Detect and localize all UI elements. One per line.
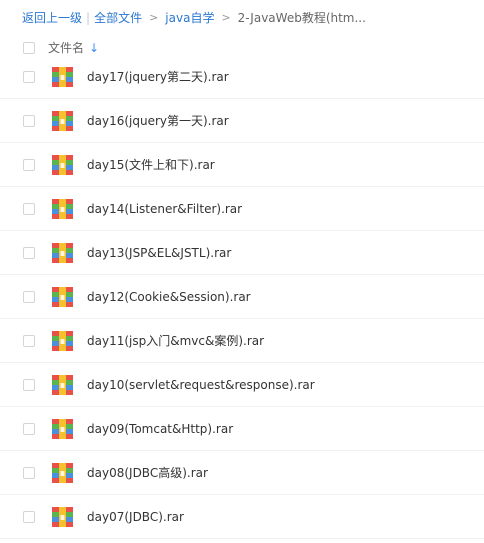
rar-archive-icon xyxy=(52,375,73,395)
file-name[interactable]: day15(文件上和下).rar xyxy=(87,156,215,174)
file-row-checkbox[interactable] xyxy=(23,335,35,347)
file-row-checkbox[interactable] xyxy=(23,247,35,259)
rar-archive-icon xyxy=(52,287,73,307)
file-row[interactable]: day10(servlet&request&response).rar xyxy=(0,363,484,407)
rar-archive-icon xyxy=(52,331,73,351)
file-name[interactable]: day08(JDBC高级).rar xyxy=(87,464,208,482)
file-name[interactable]: day17(jquery第二天).rar xyxy=(87,68,229,86)
rar-archive-icon xyxy=(52,155,73,175)
breadcrumb-back-link[interactable]: 返回上一级 xyxy=(22,9,82,27)
file-row-checkbox[interactable] xyxy=(23,511,35,523)
rar-archive-icon xyxy=(52,111,73,131)
rar-archive-icon xyxy=(52,67,73,87)
file-row[interactable]: day16(jquery第一天).rar xyxy=(0,99,484,143)
file-name[interactable]: day11(jsp入门&mvc&案例).rar xyxy=(87,332,264,350)
file-name[interactable]: day12(Cookie&Session).rar xyxy=(87,288,251,306)
file-row-checkbox[interactable] xyxy=(23,423,35,435)
file-row-checkbox[interactable] xyxy=(23,71,35,83)
file-row-checkbox[interactable] xyxy=(23,379,35,391)
file-row[interactable]: day09(Tomcat&Http).rar xyxy=(0,407,484,451)
file-row[interactable]: day12(Cookie&Session).rar xyxy=(0,275,484,319)
rar-archive-icon xyxy=(52,243,73,263)
file-name[interactable]: day10(servlet&request&response).rar xyxy=(87,376,315,394)
file-row[interactable]: day08(JDBC高级).rar xyxy=(0,451,484,495)
breadcrumb-arrow-icon: > xyxy=(149,11,159,24)
breadcrumb-current-folder: 2-JavaWeb教程(htm... xyxy=(237,11,366,25)
rar-archive-icon xyxy=(52,507,73,527)
file-row[interactable]: day11(jsp入门&mvc&案例).rar xyxy=(0,319,484,363)
file-row[interactable]: day15(文件上和下).rar xyxy=(0,143,484,187)
file-row[interactable]: day17(jquery第二天).rar xyxy=(0,55,484,99)
rar-archive-icon xyxy=(52,463,73,483)
file-row-checkbox[interactable] xyxy=(23,159,35,171)
breadcrumb-folder-link[interactable]: java自学 xyxy=(165,9,214,27)
file-row-checkbox[interactable] xyxy=(23,467,35,479)
file-name[interactable]: day09(Tomcat&Http).rar xyxy=(87,420,233,438)
breadcrumb-separator: | xyxy=(86,11,91,25)
file-name[interactable]: day14(Listener&Filter).rar xyxy=(87,200,242,218)
select-all-checkbox[interactable] xyxy=(23,42,35,54)
breadcrumb-all-files-link[interactable]: 全部文件 xyxy=(94,9,142,27)
file-row-checkbox[interactable] xyxy=(23,291,35,303)
file-row-checkbox[interactable] xyxy=(23,115,35,127)
file-name[interactable]: day13(JSP&EL&JSTL).rar xyxy=(87,244,231,262)
rar-archive-icon xyxy=(52,199,73,219)
file-row[interactable]: day07(JDBC).rar xyxy=(0,495,484,539)
breadcrumb: 返回上一级 | 全部文件 > java自学 > 2-JavaWeb教程(htm.… xyxy=(22,9,366,27)
file-name[interactable]: day16(jquery第一天).rar xyxy=(87,112,229,130)
file-row[interactable]: day14(Listener&Filter).rar xyxy=(0,187,484,231)
rar-archive-icon xyxy=(52,419,73,439)
file-row-checkbox[interactable] xyxy=(23,203,35,215)
file-name[interactable]: day07(JDBC).rar xyxy=(87,508,184,526)
breadcrumb-arrow-icon: > xyxy=(221,11,231,24)
file-row[interactable]: day13(JSP&EL&JSTL).rar xyxy=(0,231,484,275)
